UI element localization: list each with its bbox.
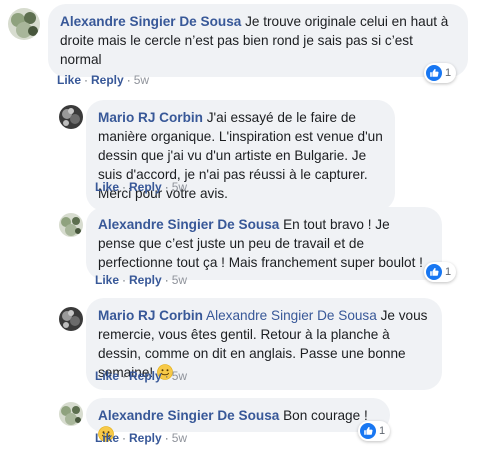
separator: · bbox=[164, 431, 169, 445]
like-button[interactable]: Like bbox=[95, 431, 119, 445]
comment-author[interactable]: Alexandre Singier De Sousa bbox=[98, 217, 279, 232]
separator: · bbox=[122, 369, 127, 383]
like-button[interactable]: Like bbox=[95, 369, 119, 383]
separator: · bbox=[164, 273, 169, 287]
comment-actions: Like · Reply · 5w bbox=[57, 73, 149, 87]
comment-actions: Like · Reply · 5w bbox=[95, 273, 187, 287]
separator: · bbox=[84, 73, 89, 87]
avatar[interactable] bbox=[59, 307, 83, 331]
avatar[interactable] bbox=[8, 8, 40, 40]
reaction-number: 1 bbox=[445, 266, 452, 278]
timestamp[interactable]: 5w bbox=[172, 180, 187, 194]
reply-button[interactable]: Reply bbox=[129, 180, 162, 194]
separator: · bbox=[122, 273, 127, 287]
comment-bubble: Alexandre Singier De Sousa Bon courage ! bbox=[86, 398, 390, 442]
reply-button[interactable]: Reply bbox=[129, 431, 162, 445]
comment-bubble: Alexandre Singier De Sousa En tout bravo… bbox=[86, 207, 442, 280]
separator: · bbox=[122, 180, 127, 194]
avatar[interactable] bbox=[59, 105, 83, 129]
timestamp[interactable]: 5w bbox=[134, 73, 149, 87]
separator: · bbox=[164, 180, 169, 194]
separator: · bbox=[164, 369, 169, 383]
reaction-count[interactable]: 1 bbox=[424, 262, 457, 282]
comment-actions: Like · Reply · 5w bbox=[95, 369, 187, 383]
timestamp[interactable]: 5w bbox=[172, 369, 187, 383]
separator: · bbox=[122, 431, 127, 445]
like-reaction-icon bbox=[426, 65, 442, 81]
avatar[interactable] bbox=[59, 402, 83, 426]
comment-bubble: Alexandre Singier De Sousa Je trouve ori… bbox=[48, 4, 468, 77]
mention-link[interactable]: Alexandre Singier De Sousa bbox=[206, 308, 377, 323]
comment-actions: Like · Reply · 5w bbox=[95, 431, 187, 445]
comment-actions: Like · Reply · 5w bbox=[95, 180, 187, 194]
comment-author[interactable]: Alexandre Singier De Sousa bbox=[98, 408, 279, 423]
comment-author[interactable]: Mario RJ Corbin bbox=[98, 308, 203, 323]
like-reaction-icon bbox=[360, 423, 376, 439]
timestamp[interactable]: 5w bbox=[172, 431, 187, 445]
reaction-count[interactable]: 1 bbox=[358, 421, 391, 441]
reply-button[interactable]: Reply bbox=[91, 73, 124, 87]
comment-author[interactable]: Alexandre Singier De Sousa bbox=[60, 14, 241, 29]
comment-bubble: Mario RJ Corbin J'ai essayé de le faire … bbox=[86, 100, 395, 211]
reply-button[interactable]: Reply bbox=[129, 273, 162, 287]
avatar[interactable] bbox=[59, 213, 83, 237]
reply-button[interactable]: Reply bbox=[129, 369, 162, 383]
reaction-count[interactable]: 1 bbox=[424, 63, 457, 83]
like-button[interactable]: Like bbox=[95, 273, 119, 287]
comment-text: Bon courage ! bbox=[279, 408, 368, 423]
like-button[interactable]: Like bbox=[57, 73, 81, 87]
timestamp[interactable]: 5w bbox=[172, 273, 187, 287]
comment-author[interactable]: Mario RJ Corbin bbox=[98, 110, 203, 125]
separator: · bbox=[126, 73, 131, 87]
reaction-number: 1 bbox=[445, 67, 452, 79]
like-reaction-icon bbox=[426, 264, 442, 280]
reaction-number: 1 bbox=[379, 425, 386, 437]
like-button[interactable]: Like bbox=[95, 180, 119, 194]
